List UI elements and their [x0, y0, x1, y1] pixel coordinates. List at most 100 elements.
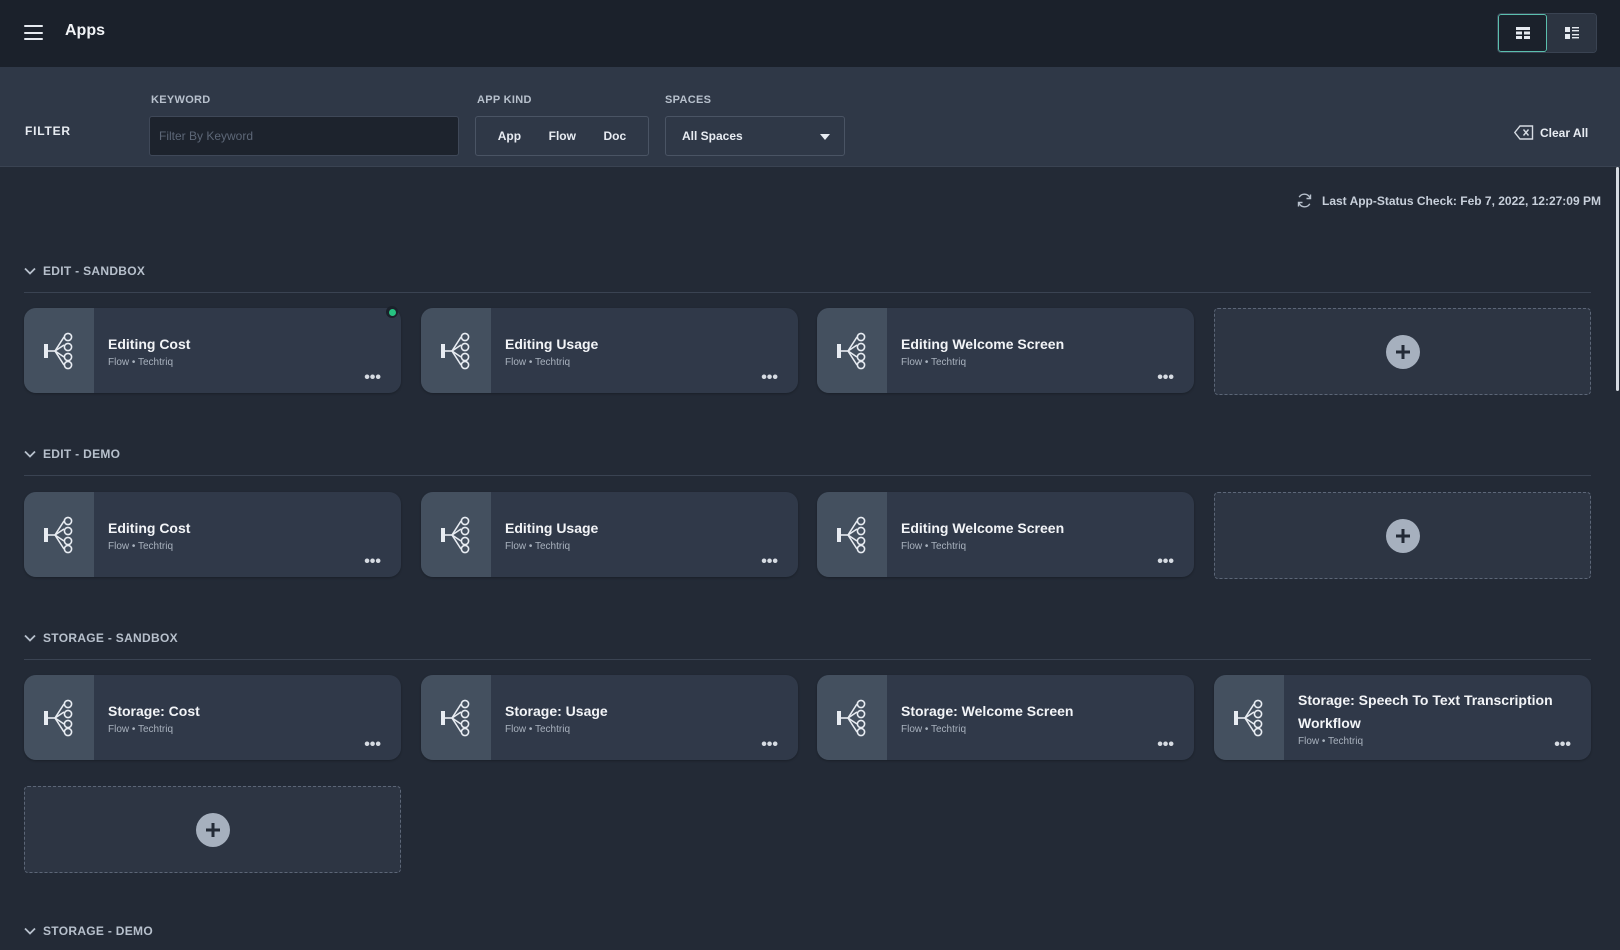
more-options-icon[interactable]: ••• — [1157, 370, 1174, 386]
plus-icon — [195, 812, 230, 847]
hamburger-icon[interactable] — [24, 25, 43, 40]
card-title: Storage: Speech To Text Transcription Wo… — [1298, 691, 1553, 731]
app-kind-group: App Flow Doc — [475, 116, 649, 156]
section-header[interactable]: EDIT - DEMO — [24, 447, 120, 461]
app-kind-app-button[interactable]: App — [492, 123, 527, 149]
scrollbar-thumb[interactable] — [1616, 167, 1619, 391]
card-title: Editing Usage — [505, 520, 599, 536]
keyword-input[interactable] — [149, 116, 459, 156]
clear-all-button[interactable]: Clear All — [1514, 125, 1588, 140]
card-subtitle: Flow • Techtriq — [1298, 735, 1364, 747]
section-title: EDIT - SANDBOX — [43, 264, 146, 278]
card-title: Storage: Welcome Screen — [901, 703, 1074, 719]
top-bar: Apps — [0, 0, 1620, 67]
app-kind-label: APP KIND — [477, 94, 532, 106]
section-header[interactable]: STORAGE - DEMO — [24, 924, 153, 938]
section-header[interactable]: EDIT - SANDBOX — [24, 264, 145, 278]
flow-icon — [24, 675, 94, 760]
app-card[interactable]: Editing Welcome Screen Flow • Techtriq ••• — [817, 308, 1194, 393]
grid-view-button[interactable] — [1498, 14, 1548, 52]
page-title: Apps — [65, 22, 105, 39]
card-body: Editing Cost Flow • Techtriq ••• — [94, 308, 401, 393]
card-subtitle: Flow • Techtriq — [108, 357, 174, 368]
card-body: Editing Cost Flow • Techtriq ••• — [94, 492, 401, 577]
app-card[interactable]: Editing Cost Flow • Techtriq ••• — [24, 306, 401, 393]
section-header[interactable]: STORAGE - SANDBOX — [24, 631, 178, 645]
card-body: Storage: Welcome Screen Flow • Techtriq ••… — [887, 675, 1194, 760]
status-text: Last App-Status Check: Feb 7, 2022, 12:2… — [1322, 193, 1601, 208]
section-divider — [24, 475, 1591, 476]
chevron-down-icon — [24, 267, 36, 275]
section-divider — [24, 292, 1591, 293]
filter-bar: FILTER KEYWORD APP KIND App Flow Doc SPA… — [0, 67, 1620, 167]
card-body: Storage: Usage Flow • Techtriq ••• — [491, 675, 798, 760]
add-app-button[interactable] — [1214, 492, 1591, 579]
more-options-icon[interactable]: ••• — [761, 370, 778, 386]
more-options-icon[interactable]: ••• — [1157, 737, 1174, 753]
more-options-icon[interactable]: ••• — [761, 554, 778, 570]
list-icon — [1564, 27, 1579, 39]
app-card[interactable]: Editing Usage Flow • Techtriq ••• — [421, 492, 798, 577]
app-card[interactable]: Storage: Cost Flow • Techtriq ••• — [24, 675, 401, 760]
app-card[interactable]: Storage: Welcome Screen Flow • Techtriq ••… — [817, 675, 1194, 760]
section-title: STORAGE - SANDBOX — [43, 631, 178, 645]
section-divider — [24, 659, 1591, 660]
card-title: Editing Cost — [108, 520, 191, 536]
chevron-down-icon — [24, 927, 36, 935]
card-title: Editing Welcome Screen — [901, 520, 1065, 536]
refresh-icon[interactable] — [1296, 192, 1313, 209]
app-kind-doc-button[interactable]: Doc — [598, 123, 633, 149]
card-title: Storage: Cost — [108, 703, 200, 719]
section-title: EDIT - DEMO — [43, 447, 121, 461]
flow-icon — [817, 308, 887, 393]
view-mode-toggle — [1497, 13, 1597, 53]
more-options-icon[interactable]: ••• — [1157, 554, 1174, 570]
card-subtitle: Flow • Techtriq — [505, 541, 571, 552]
card-title: Storage: Usage — [505, 703, 608, 719]
card-body: Storage: Speech To Text Transcription Wo… — [1284, 675, 1591, 760]
keyword-label: KEYWORD — [151, 94, 211, 106]
card-body: Storage: Cost Flow • Techtriq ••• — [94, 675, 401, 760]
flow-icon — [24, 308, 94, 393]
flow-icon — [817, 675, 887, 760]
card-body: Editing Usage Flow • Techtriq ••• — [491, 492, 798, 577]
spaces-select[interactable]: All Spaces — [665, 116, 845, 156]
app-status-check: Last App-Status Check: Feb 7, 2022, 12:2… — [1296, 192, 1601, 209]
section-title: STORAGE - DEMO — [43, 924, 153, 938]
more-options-icon[interactable]: ••• — [364, 737, 381, 753]
card-subtitle: Flow • Techtriq — [901, 541, 967, 552]
list-view-button[interactable] — [1547, 14, 1596, 52]
app-card[interactable]: Editing Welcome Screen Flow • Techtriq ••• — [817, 492, 1194, 577]
plus-icon — [1385, 334, 1420, 369]
app-card[interactable]: Editing Usage Flow • Techtriq ••• — [421, 308, 798, 393]
add-app-button[interactable] — [1214, 308, 1591, 395]
grid-icon — [1515, 27, 1530, 39]
chevron-down-icon — [24, 450, 36, 458]
card-title: Editing Usage — [505, 336, 599, 352]
app-card[interactable]: Editing Cost Flow • Techtriq ••• — [24, 492, 401, 577]
card-title: Editing Welcome Screen — [901, 336, 1065, 352]
more-options-icon[interactable]: ••• — [364, 554, 381, 570]
spaces-label: SPACES — [665, 94, 712, 106]
card-subtitle: Flow • Techtriq — [108, 724, 174, 735]
card-subtitle: Flow • Techtriq — [901, 357, 967, 368]
card-body: Editing Welcome Screen Flow • Techtriq ••• — [887, 308, 1194, 393]
card-title: Editing Cost — [108, 336, 191, 352]
flow-icon — [421, 675, 491, 760]
app-kind-flow-button[interactable]: Flow — [543, 123, 582, 149]
status-indicator — [386, 306, 398, 318]
plus-icon — [1385, 518, 1420, 553]
flow-icon — [24, 492, 94, 577]
clear-all-label: Clear All — [1540, 125, 1589, 140]
flow-icon — [421, 492, 491, 577]
card-body: Editing Usage Flow • Techtriq ••• — [491, 308, 798, 393]
add-app-button[interactable] — [24, 786, 401, 873]
more-options-icon[interactable]: ••• — [364, 370, 381, 386]
more-options-icon[interactable]: ••• — [761, 737, 778, 753]
app-card[interactable]: Storage: Speech To Text Transcription Wo… — [1214, 675, 1591, 760]
backspace-icon — [1514, 125, 1534, 140]
app-card[interactable]: Storage: Usage Flow • Techtriq ••• — [421, 675, 798, 760]
more-options-icon[interactable]: ••• — [1554, 737, 1571, 753]
flow-icon — [817, 492, 887, 577]
card-subtitle: Flow • Techtriq — [108, 541, 174, 552]
